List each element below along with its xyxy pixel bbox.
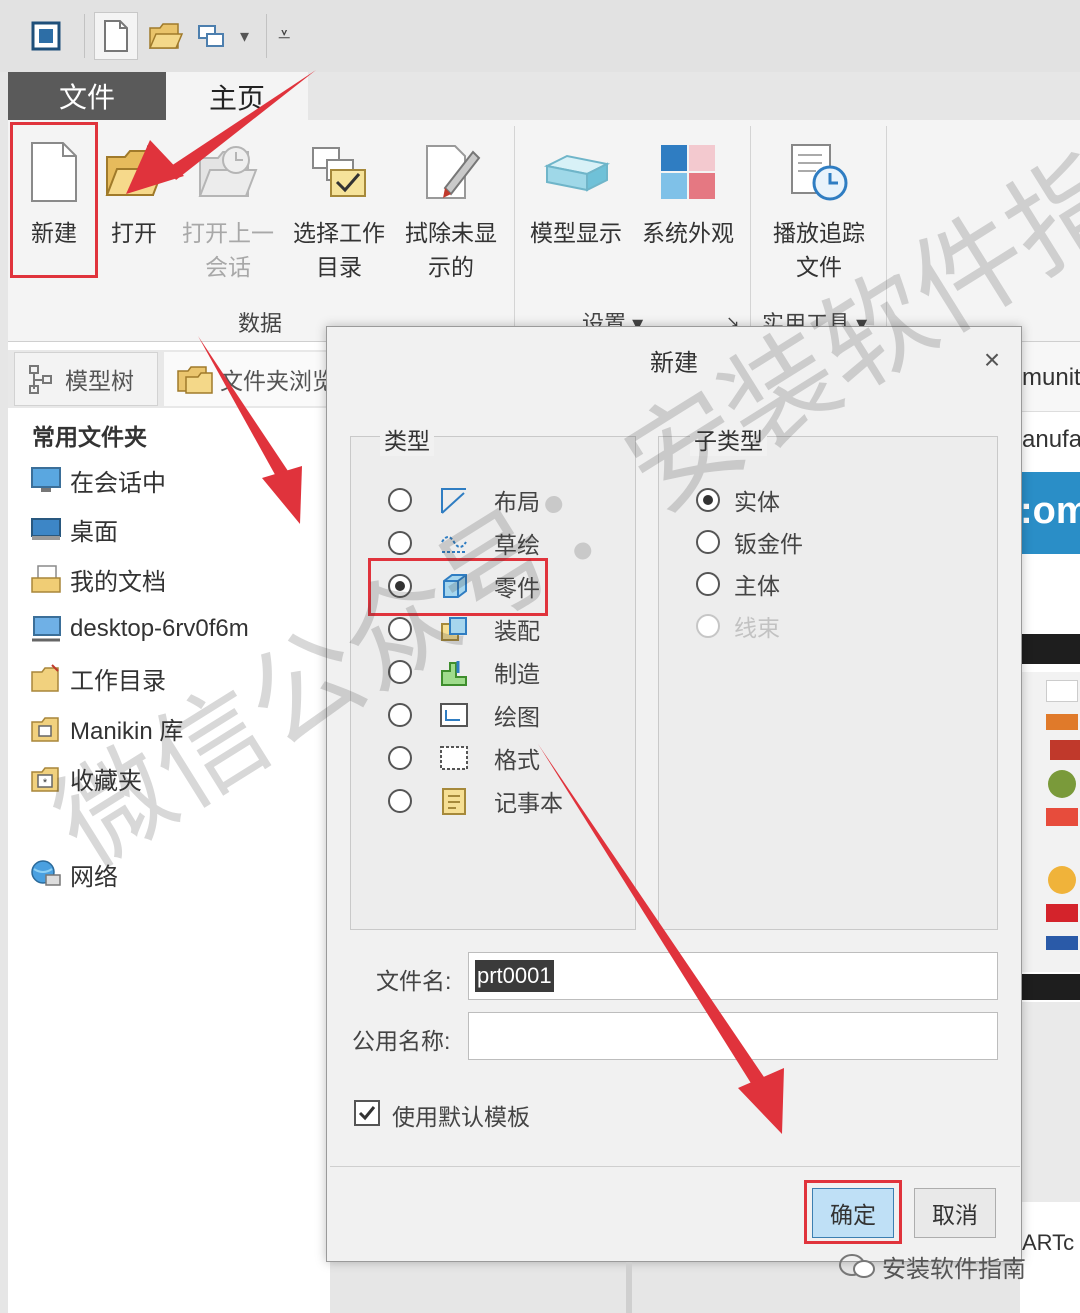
arrow-shaft bbox=[168, 70, 316, 180]
watermark-footer: 安装软件指南 bbox=[838, 1248, 1048, 1284]
arrow-shaft bbox=[198, 336, 290, 480]
watermark-footer-text: 安装软件指南 bbox=[882, 1255, 1026, 1283]
arrow-head bbox=[126, 140, 184, 194]
arrow-shaft bbox=[538, 744, 766, 1088]
wechat-icon bbox=[839, 1254, 875, 1278]
annotation-arrows bbox=[126, 70, 784, 1134]
arrow-head bbox=[262, 466, 302, 524]
